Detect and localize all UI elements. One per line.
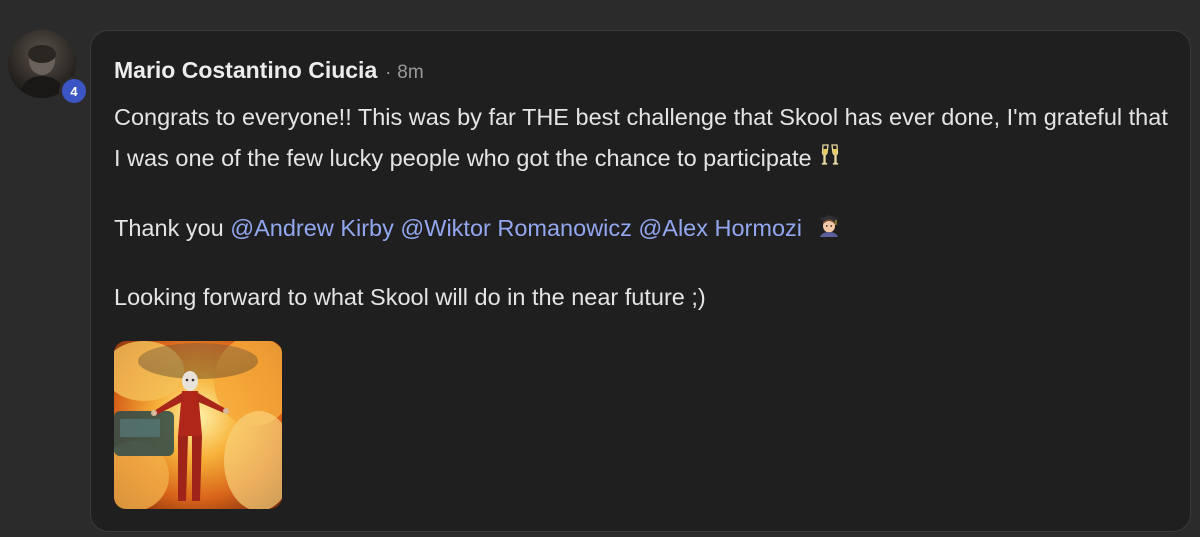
comment-header: Mario Costantino Ciucia · 8m — [114, 57, 424, 84]
separator-dot: · — [385, 62, 392, 82]
mention-andrew-kirby[interactable]: @Andrew Kirby — [230, 215, 394, 241]
graduate-icon — [817, 209, 841, 250]
attachment-thumbnail[interactable] — [114, 341, 282, 509]
author-name[interactable]: Mario Costantino Ciucia — [114, 57, 377, 84]
paragraph-1-text: Congrats to everyone!! This was by far T… — [114, 104, 1168, 171]
fire-scene-image — [114, 341, 282, 509]
mention-wiktor-romanowicz[interactable]: @Wiktor Romanowicz — [400, 215, 631, 241]
comment-card: Mario Costantino Ciucia · 8m Congrats to… — [90, 30, 1191, 532]
comment-paragraph-2: Thank you @Andrew Kirby @Wiktor Romanowi… — [114, 208, 841, 250]
comment-paragraph-3: Looking forward to what Skool will do in… — [114, 284, 706, 310]
champagne-glasses-icon — [820, 139, 840, 180]
comment-body: Congrats to everyone!! This was by far T… — [114, 97, 1174, 310]
comment-paragraph-1: Congrats to everyone!! This was by far T… — [114, 97, 1174, 180]
author-avatar-wrapper[interactable]: 4 — [8, 30, 89, 106]
mention-alex-hormozi[interactable]: @Alex Hormozi — [638, 215, 802, 241]
thanks-text: Thank you — [114, 215, 224, 241]
level-badge: 4 — [59, 76, 89, 106]
timestamp[interactable]: 8m — [397, 62, 423, 84]
comment-thread: 4 Mario Costantino Ciucia · 8m Congrats … — [0, 0, 1200, 537]
